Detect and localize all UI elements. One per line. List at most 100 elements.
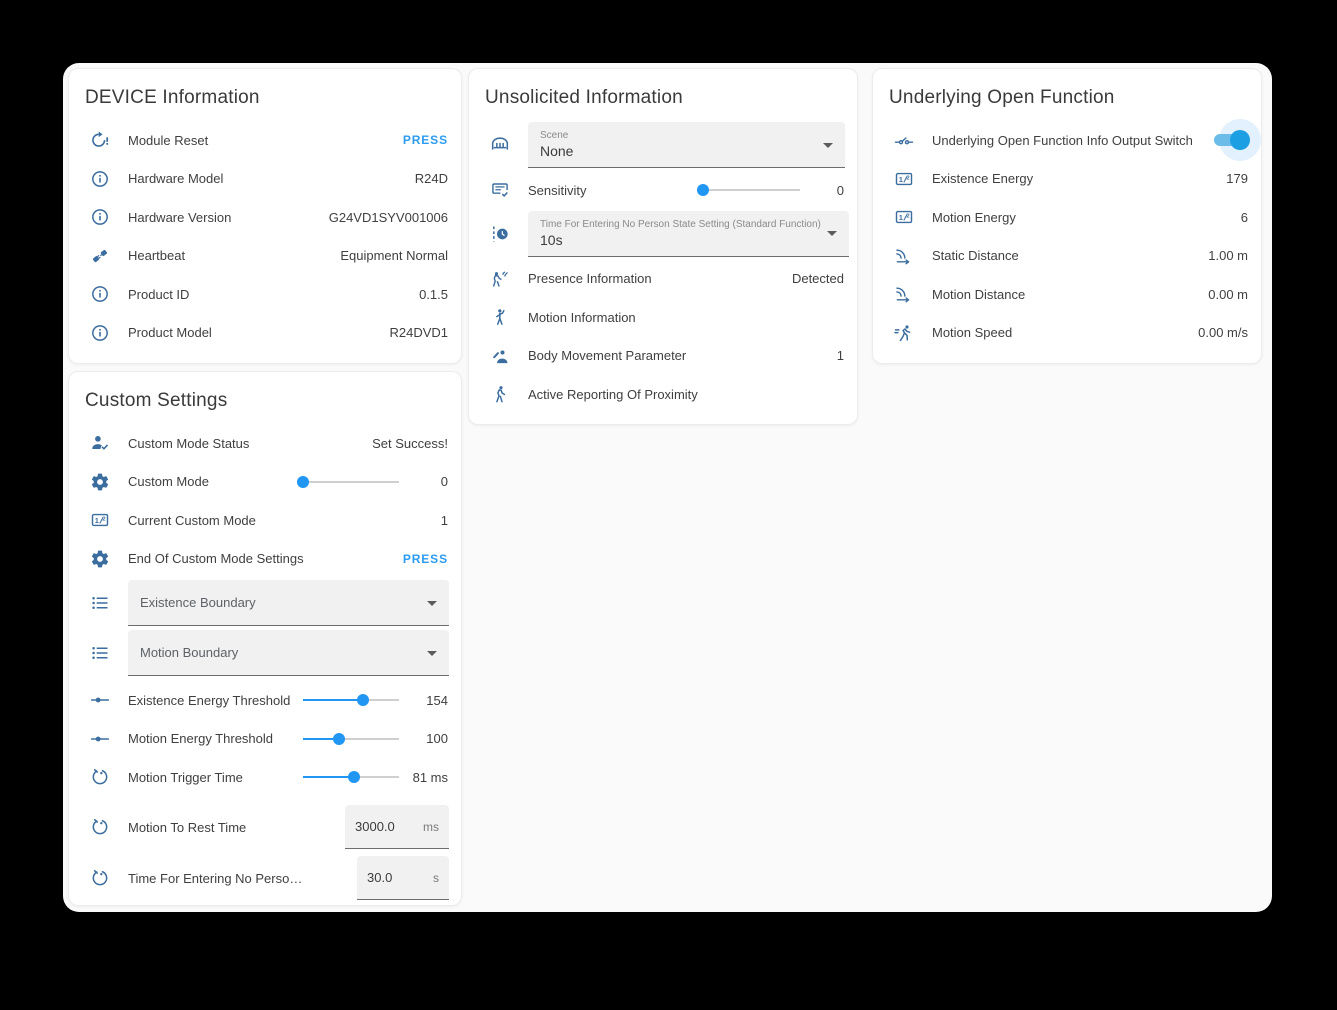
time-no-person-input-value: 30.0 xyxy=(367,870,392,885)
output-switch-toggle[interactable] xyxy=(1212,130,1248,150)
body-movement-row: Body Movement Parameter 1 xyxy=(469,337,857,376)
motion-distance-value: 0.00 m xyxy=(1200,287,1248,302)
sensitivity-label: Sensitivity xyxy=(528,183,587,198)
slider-icon xyxy=(88,727,112,751)
cog-icon xyxy=(88,470,112,494)
end-of-custom-mode-row: End Of Custom Mode Settings PRESS xyxy=(69,540,461,579)
hardware-version-row: Hardware Version G24VD1SYV001006 xyxy=(69,198,461,237)
time-setting-row: Time For Entering No Person State Settin… xyxy=(469,210,857,258)
current-custom-mode-value: 1 xyxy=(433,513,448,528)
counter-icon xyxy=(892,167,916,191)
hardware-model-row: Hardware Model R24D xyxy=(69,160,461,199)
restart-alert-icon xyxy=(88,128,112,152)
body-movement-icon xyxy=(488,344,512,368)
module-reset-label: Module Reset xyxy=(128,133,208,148)
time-setting-dropdown-value: 10s xyxy=(540,232,821,248)
custom-mode-status-row: Custom Mode Status Set Success! xyxy=(69,424,461,463)
counter-icon xyxy=(88,508,112,532)
product-model-label: Product Model xyxy=(128,325,212,340)
motion-energy-threshold-label: Motion Energy Threshold xyxy=(128,731,273,746)
custom-mode-label: Custom Mode xyxy=(128,474,209,489)
existence-boundary-row: Existence Boundary xyxy=(69,578,461,628)
presence-information-label: Presence Information xyxy=(528,271,652,286)
hardware-version-value: G24VD1SYV001006 xyxy=(321,210,448,225)
output-switch-row: Underlying Open Function Info Output Swi… xyxy=(873,121,1261,160)
existence-energy-value: 179 xyxy=(1218,171,1248,186)
human-greeting-icon xyxy=(488,305,512,329)
counter-icon xyxy=(892,205,916,229)
scene-row: Scene None xyxy=(469,121,857,169)
chevron-down-icon xyxy=(823,143,833,148)
product-id-label: Product ID xyxy=(128,287,189,302)
presence-information-value: Detected xyxy=(784,271,844,286)
motion-trigger-time-slider[interactable] xyxy=(303,770,399,784)
sensitivity-value: 0 xyxy=(800,183,844,198)
active-reporting-row: Active Reporting Of Proximity xyxy=(469,375,857,414)
custom-mode-slider[interactable] xyxy=(303,475,399,489)
static-distance-value: 1.00 m xyxy=(1200,248,1248,263)
existence-energy-threshold-slider[interactable] xyxy=(303,693,399,707)
chevron-down-icon xyxy=(427,601,437,606)
body-movement-value: 1 xyxy=(829,348,844,363)
information-icon xyxy=(88,167,112,191)
static-distance-label: Static Distance xyxy=(932,248,1019,263)
run-fast-icon xyxy=(892,321,916,345)
existence-energy-threshold-label: Existence Energy Threshold xyxy=(128,693,290,708)
motion-speed-value: 0.00 m/s xyxy=(1190,325,1248,340)
product-model-row: Product Model R24DVD1 xyxy=(69,314,461,353)
module-reset-row: Module Reset PRESS xyxy=(69,121,461,160)
underlying-open-function-title: Underlying Open Function xyxy=(873,69,1261,121)
end-of-custom-mode-label: End Of Custom Mode Settings xyxy=(128,551,304,566)
signal-distance-icon xyxy=(892,244,916,268)
motion-energy-value: 6 xyxy=(1233,210,1248,225)
garage-icon xyxy=(488,133,512,157)
motion-trigger-time-label: Motion Trigger Time xyxy=(128,770,243,785)
motion-to-rest-time-input[interactable]: 3000.0 ms xyxy=(345,805,449,849)
end-of-custom-mode-press-button[interactable]: PRESS xyxy=(395,552,448,566)
motion-information-label: Motion Information xyxy=(528,310,636,325)
current-custom-mode-label: Current Custom Mode xyxy=(128,513,256,528)
scene-dropdown-label: Scene xyxy=(540,130,817,141)
motion-trigger-time-value: 81 ms xyxy=(399,770,448,785)
heartbeat-row: Heartbeat Equipment Normal xyxy=(69,237,461,276)
sensitivity-slider[interactable] xyxy=(700,183,800,197)
dashboard-content: DEVICE Information Module Reset PRESS Ha… xyxy=(63,63,1272,912)
product-id-value: 0.1.5 xyxy=(411,287,448,302)
timer-icon xyxy=(88,765,112,789)
motion-distance-label: Motion Distance xyxy=(932,287,1025,302)
motion-sensor-icon xyxy=(488,267,512,291)
motion-boundary-dropdown[interactable]: Motion Boundary xyxy=(128,630,449,676)
time-setting-dropdown[interactable]: Time For Entering No Person State Settin… xyxy=(528,211,849,257)
current-custom-mode-row: Current Custom Mode 1 xyxy=(69,501,461,540)
timer-icon xyxy=(88,866,112,890)
scene-dropdown[interactable]: Scene None xyxy=(528,122,845,168)
slider-icon xyxy=(88,688,112,712)
chevron-down-icon xyxy=(427,651,437,656)
motion-to-rest-time-label: Motion To Rest Time xyxy=(128,820,246,835)
hardware-model-label: Hardware Model xyxy=(128,171,223,186)
information-icon xyxy=(88,321,112,345)
time-no-person-input[interactable]: 30.0 s xyxy=(357,856,449,900)
sensitivity-row: Sensitivity 0 xyxy=(469,171,857,210)
existence-boundary-dropdown[interactable]: Existence Boundary xyxy=(128,580,449,626)
underlying-open-function-card: Underlying Open Function Underlying Open… xyxy=(872,68,1262,364)
motion-energy-threshold-slider[interactable] xyxy=(303,732,399,746)
body-movement-label: Body Movement Parameter xyxy=(528,348,686,363)
motion-to-rest-time-row: Motion To Rest Time 3000.0 ms xyxy=(69,802,461,853)
custom-mode-row: Custom Mode 0 xyxy=(69,463,461,502)
motion-energy-threshold-value: 100 xyxy=(399,731,448,746)
product-id-row: Product ID 0.1.5 xyxy=(69,275,461,314)
motion-to-rest-time-input-value: 3000.0 xyxy=(355,819,395,834)
device-information-card: DEVICE Information Module Reset PRESS Ha… xyxy=(68,68,462,364)
custom-mode-value: 0 xyxy=(399,474,448,489)
unsolicited-information-card: Unsolicited Information Scene None Sensi… xyxy=(468,68,858,425)
scene-dropdown-value: None xyxy=(540,143,817,159)
heartbeat-value: Equipment Normal xyxy=(332,248,448,263)
existence-energy-threshold-value: 154 xyxy=(399,693,448,708)
module-reset-press-button[interactable]: PRESS xyxy=(395,133,448,147)
chevron-down-icon xyxy=(827,231,837,236)
motion-boundary-row: Motion Boundary xyxy=(69,628,461,678)
custom-mode-status-label: Custom Mode Status xyxy=(128,436,249,451)
connection-icon xyxy=(88,244,112,268)
walk-icon xyxy=(488,382,512,406)
